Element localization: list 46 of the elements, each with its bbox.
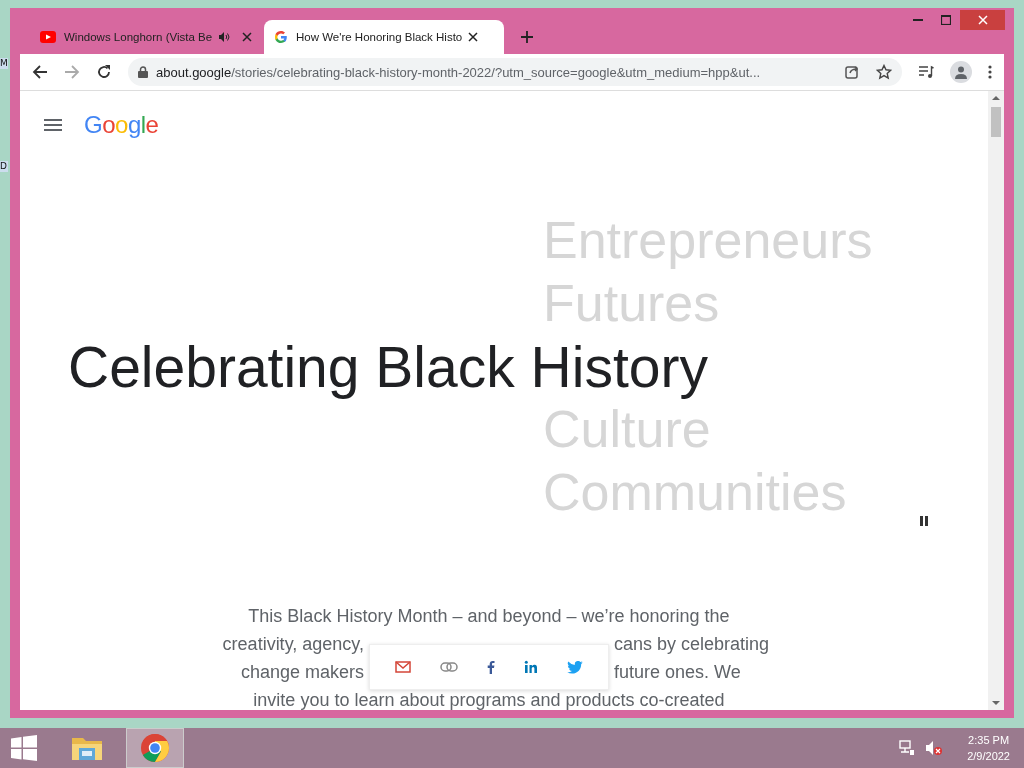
paragraph-text: future ones. We xyxy=(614,661,741,684)
speaker-muted-icon[interactable] xyxy=(925,740,944,756)
menu-icon[interactable] xyxy=(44,118,62,132)
linkedin-icon[interactable] xyxy=(524,660,539,674)
browser-tab[interactable]: Windows Longhorn (Vista Be xyxy=(30,20,262,54)
back-icon[interactable] xyxy=(32,64,48,80)
bookmark-star-icon[interactable] xyxy=(876,64,892,80)
scroll-up-icon[interactable] xyxy=(992,95,1000,101)
desktop-icon-label[interactable]: D xyxy=(0,161,8,172)
chrome-browser-icon[interactable] xyxy=(126,728,184,768)
maximize-icon xyxy=(941,15,951,25)
share-icon[interactable] xyxy=(844,64,860,80)
bird-icon[interactable] xyxy=(567,660,584,674)
paragraph-text: This Black History Month – and beyond – we’re honoring the xyxy=(248,605,730,628)
scroll-down-icon[interactable] xyxy=(992,700,1000,706)
link-icon[interactable] xyxy=(439,662,458,672)
video-play-icon xyxy=(40,31,56,43)
menu-icon[interactable] xyxy=(988,64,992,80)
close-tab-icon[interactable] xyxy=(468,32,479,42)
reload-icon[interactable] xyxy=(96,64,112,80)
network-icon[interactable] xyxy=(899,740,916,756)
windows-logo-icon xyxy=(11,735,37,761)
paragraph-text: invite you to learn about programs and products co-created xyxy=(253,689,725,712)
paragraph-text: cans by celebrating xyxy=(614,633,770,656)
profile-avatar-icon[interactable] xyxy=(950,61,972,83)
paragraph-text: change makers xyxy=(240,661,364,684)
minimize-icon xyxy=(913,19,923,21)
clock[interactable]: 2:35 PM 2/9/2022 xyxy=(967,732,1010,764)
headline: Celebrating Black History xyxy=(68,333,708,400)
paragraph-text: creativity, agency, xyxy=(222,633,364,656)
scrollbar[interactable] xyxy=(988,91,1004,710)
facebook-icon[interactable] xyxy=(486,660,495,674)
new-tab-icon[interactable] xyxy=(520,30,534,44)
pause-icon[interactable] xyxy=(920,516,928,526)
desktop-icon-label[interactable]: M xyxy=(0,58,8,69)
google-logo[interactable]: Google xyxy=(84,111,159,139)
url-text: about.google/stories/celebrating-black-history-month-2022/?utm_source=google&utm_medium=hpp&ut... xyxy=(156,64,762,80)
close-icon xyxy=(977,15,988,25)
media-queue-icon[interactable] xyxy=(918,64,934,80)
browser-tab[interactable]: How We're Honoring Black Histo xyxy=(264,20,504,54)
google-icon xyxy=(274,30,288,44)
address-bar[interactable]: about.google/stories/celebrating-black-history-month-2022/?utm_source=google&utm_medium=hpp&ut... xyxy=(128,58,902,86)
email-icon[interactable] xyxy=(394,661,411,673)
speaker-icon[interactable] xyxy=(218,31,231,43)
lock-icon xyxy=(138,66,148,78)
scrollbar-thumb[interactable] xyxy=(991,107,1001,137)
